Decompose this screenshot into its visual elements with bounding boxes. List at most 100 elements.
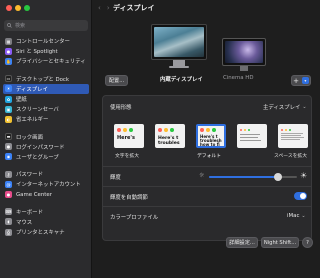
builtin-display-label: 内蔵ディスプレイ — [160, 77, 203, 83]
sidebar-item-printers[interactable]: ⎙ プリンタとスキャナ — [3, 227, 89, 237]
window-controls — [6, 5, 30, 11]
page-title: ディスプレイ — [113, 4, 155, 12]
navigation: ‹ › — [98, 4, 110, 12]
forward-arrow-icon[interactable]: › — [107, 4, 110, 12]
brightness-slider-knob[interactable] — [273, 173, 282, 181]
chevron-updown-icon: ⌄ — [301, 213, 306, 219]
resolution-caption-more-space: スペースを拡大 — [274, 154, 308, 159]
sidebar-item-label: Game Center — [16, 191, 52, 198]
key-icon: ⚷ — [5, 170, 12, 178]
sidebar-item-keyboard[interactable]: ⌨ キーボード — [3, 207, 89, 217]
brightness-low-icon: ☼ — [199, 172, 205, 179]
sidebar-item-label: デスクトップと Dock — [16, 76, 69, 83]
search-field[interactable]: 検索 — [4, 20, 88, 31]
use-as-label: 使用形態 — [110, 105, 132, 111]
display-icon: ☀ — [5, 85, 12, 93]
sidebar-item-users-groups[interactable]: ◉ ユーザとグループ — [3, 152, 89, 162]
help-button[interactable]: ? — [302, 237, 313, 248]
main-pane: ‹ › ディスプレイ 内蔵ディスプレイ Cinema HD 配置... + ▾ … — [93, 0, 320, 278]
builtin-display-frame — [151, 24, 207, 60]
sidebar-item-label: 壁紙 — [16, 97, 27, 104]
secondary-display-label: Cinema HD — [223, 75, 254, 81]
printer-icon: ⎙ — [5, 228, 12, 236]
users-icon: ◉ — [5, 153, 12, 161]
sidebar-item-label: プライバシーとセキュリティ — [16, 59, 86, 66]
color-profile-popup[interactable]: iMac ⌄ — [287, 213, 306, 219]
resolution-sample-text: Here's t troublesh how to fi — [200, 134, 222, 148]
resolution-sample-text: Here's t troubles — [158, 136, 180, 146]
sidebar-item-mouse[interactable]: ◖ マウス — [3, 217, 89, 227]
chevron-down-icon: ▾ — [301, 77, 309, 84]
dock-icon: ▭ — [5, 75, 12, 83]
auto-brightness-label: 輝度を自動調節 — [110, 195, 148, 201]
sidebar-item-game-center[interactable]: ● Game Center — [3, 189, 89, 199]
resolution-option-larger-text[interactable]: Here's — [114, 124, 144, 148]
plus-icon: + — [293, 76, 299, 85]
auto-brightness-toggle[interactable] — [294, 192, 307, 200]
use-as-value: 主ディスプレイ — [263, 105, 301, 111]
sidebar-item-desktop-dock[interactable]: ▭ デスクトップと Dock — [3, 74, 89, 84]
sidebar-item-privacy-security[interactable]: ✋ プライバシーとセキュリティ — [3, 56, 89, 66]
resolution-caption-default: デフォルト — [197, 154, 221, 159]
close-window-button[interactable] — [6, 5, 12, 11]
secondary-display[interactable] — [222, 38, 266, 72]
search-icon — [7, 23, 12, 28]
sidebar-item-label: Siri と Spotlight — [16, 49, 58, 56]
sidebar-item-label: ユーザとグループ — [16, 154, 59, 161]
back-arrow-icon[interactable]: ‹ — [98, 4, 101, 12]
arrange-button[interactable]: 配置... — [105, 75, 128, 86]
wallpaper-thumbnail — [225, 41, 263, 63]
minimize-window-button[interactable] — [15, 5, 21, 11]
sidebar-item-label: プリンタとスキャナ — [16, 230, 65, 237]
sidebar-item-control-center[interactable]: ▦ コントロールセンター — [3, 36, 89, 46]
resolution-option-4[interactable] — [237, 124, 267, 148]
control-center-icon: ▦ — [5, 37, 12, 45]
sidebar-item-label: キーボード — [16, 209, 43, 216]
sidebar-item-energy-saver[interactable]: ◐ 省エネルギー — [3, 114, 89, 124]
color-profile-label: カラープロファイル — [110, 215, 159, 221]
builtin-display[interactable] — [151, 24, 207, 76]
keyboard-icon: ⌨ — [5, 208, 12, 216]
sidebar-list: ▦ コントロールセンター ● Siri と Spotlight ✋ プライバシー… — [3, 36, 89, 237]
sidebar-item-login-password[interactable]: ● ログインパスワード — [3, 142, 89, 152]
resolution-caption-larger-text: 文字を拡大 — [115, 154, 139, 159]
brightness-slider[interactable] — [209, 176, 297, 178]
sidebar-item-lock-screen[interactable]: ▬ ロック画面 — [3, 132, 89, 142]
advanced-button[interactable]: 詳細設定... — [226, 237, 258, 248]
sidebar-item-label: マウス — [16, 219, 33, 226]
siri-icon: ● — [5, 47, 12, 55]
secondary-display-frame — [222, 38, 266, 66]
sidebar-item-screen-saver[interactable]: ▣ スクリーンセーバ — [3, 104, 89, 114]
sidebar: 検索 ▦ コントロールセンター ● Siri と Spotlight ✋ プライ… — [0, 0, 92, 278]
search-placeholder: 検索 — [15, 23, 26, 29]
sidebar-item-label: スクリーンセーバ — [16, 107, 59, 114]
resolution-sample-text: Here's — [117, 135, 135, 141]
at-sign-icon: @ — [5, 180, 12, 188]
stand-icon — [240, 66, 248, 71]
hand-icon: ✋ — [5, 57, 12, 65]
sidebar-item-label: インターネットアカウント — [16, 182, 81, 189]
sidebar-item-internet-accounts[interactable]: @ インターネットアカウント — [3, 179, 89, 189]
sidebar-item-label: コントロールセンター — [16, 39, 70, 46]
sidebar-item-passwords[interactable]: ⚷ パスワード — [3, 169, 89, 179]
mouse-icon: ◖ — [5, 218, 12, 226]
wallpaper-icon: ✿ — [5, 95, 12, 103]
resolution-option-2[interactable]: Here's t troubles — [155, 124, 185, 148]
zoom-window-button[interactable] — [24, 5, 30, 11]
sidebar-item-wallpaper[interactable]: ✿ 壁紙 — [3, 94, 89, 104]
add-display-button[interactable]: + ▾ — [291, 75, 311, 86]
color-profile-value: iMac — [287, 213, 300, 219]
sidebar-item-siri-spotlight[interactable]: ● Siri と Spotlight — [3, 46, 89, 56]
chevron-updown-icon: ⌄ — [302, 104, 307, 110]
wallpaper-thumbnail — [154, 27, 204, 57]
night-shift-button[interactable]: Night Shift... — [261, 237, 299, 248]
resolution-option-more-space[interactable] — [278, 124, 308, 148]
sidebar-item-label: ログインパスワード — [16, 144, 65, 151]
resolution-option-default[interactable]: Here's t troublesh how to fi — [196, 124, 226, 148]
sidebar-item-label: ロック画面 — [16, 134, 43, 141]
use-as-popup[interactable]: 主ディスプレイ ⌄ — [263, 103, 307, 111]
lock-icon: ● — [5, 143, 12, 151]
sidebar-item-displays[interactable]: ☀ ディスプレイ — [3, 83, 89, 94]
sidebar-item-label: パスワード — [16, 172, 43, 179]
sidebar-item-label: ディスプレイ — [16, 86, 48, 93]
